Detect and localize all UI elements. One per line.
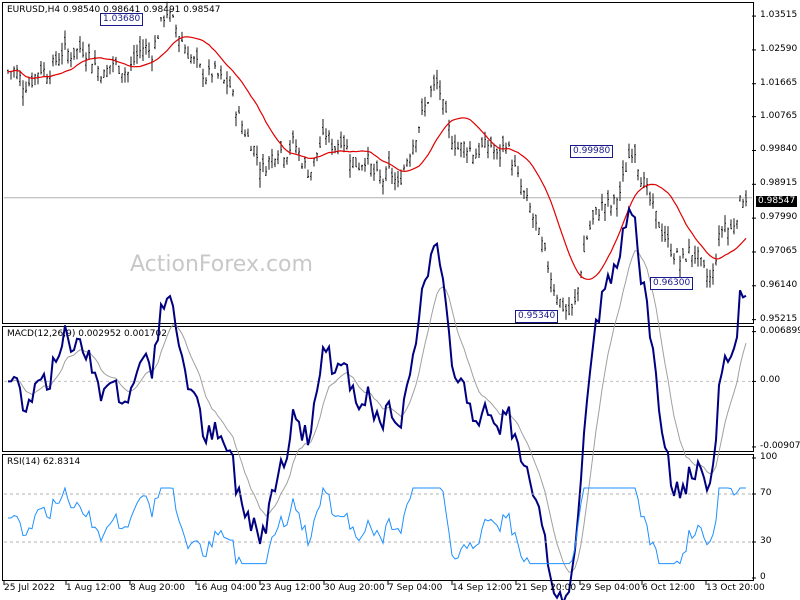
price-y-label: 1.03515 [760,10,798,21]
price-y-label: 0.98915 [760,178,798,189]
price-y-label: 1.02590 [760,43,798,54]
x-axis-label: 16 Aug 04:00 [196,583,257,593]
macd-line [8,205,747,600]
annotation-swing-high: 0.99980 [570,145,614,158]
x-axis-label: 13 Oct 20:00 [706,583,765,593]
rsi-y-label: 70 [760,488,772,498]
x-axis-label: 14 Sep 12:00 [452,583,513,593]
macd-y-label: 0.00 [760,375,781,386]
x-axis-label: 8 Aug 20:00 [130,583,185,593]
rsi-y-label: 30 [760,536,772,546]
x-axis-label: 23 Aug 12:00 [260,583,321,593]
annotation-recent-low: 0.96300 [650,277,694,290]
macd-y-label: 0.006899 [760,325,800,336]
x-axis-label: 7 Sep 04:00 [388,583,443,593]
price-y-label: 0.97065 [760,245,798,256]
chart-canvas [3,1,756,600]
rsi-y-label: 0 [760,572,766,582]
annotation-high: 1.03680 [100,13,144,26]
macd-y-label: -0.009076 [760,440,800,451]
price-y-label: 0.95215 [760,313,798,324]
x-axis-label: 21 Sep 20:00 [516,583,577,593]
x-axis-label: 29 Sep 04:00 [580,583,641,593]
price-y-label: 0.96140 [760,279,798,290]
price-y-label: 1.00765 [760,110,798,121]
x-axis-label: 25 Jul 2022 [4,583,55,593]
x-axis-label: 1 Aug 12:00 [66,583,121,593]
x-axis-label: 6 Oct 12:00 [642,583,695,593]
rsi-y-label: 100 [760,452,778,462]
price-y-label: 0.97990 [760,212,798,223]
annotation-low: 0.95340 [515,310,559,323]
x-axis-label: 30 Aug 20:00 [324,583,385,593]
rsi-line [8,486,746,566]
current-price-tag: 0.98547 [756,196,798,207]
price-y-label: 0.99840 [760,144,798,155]
price-y-label: 1.01665 [760,77,798,88]
